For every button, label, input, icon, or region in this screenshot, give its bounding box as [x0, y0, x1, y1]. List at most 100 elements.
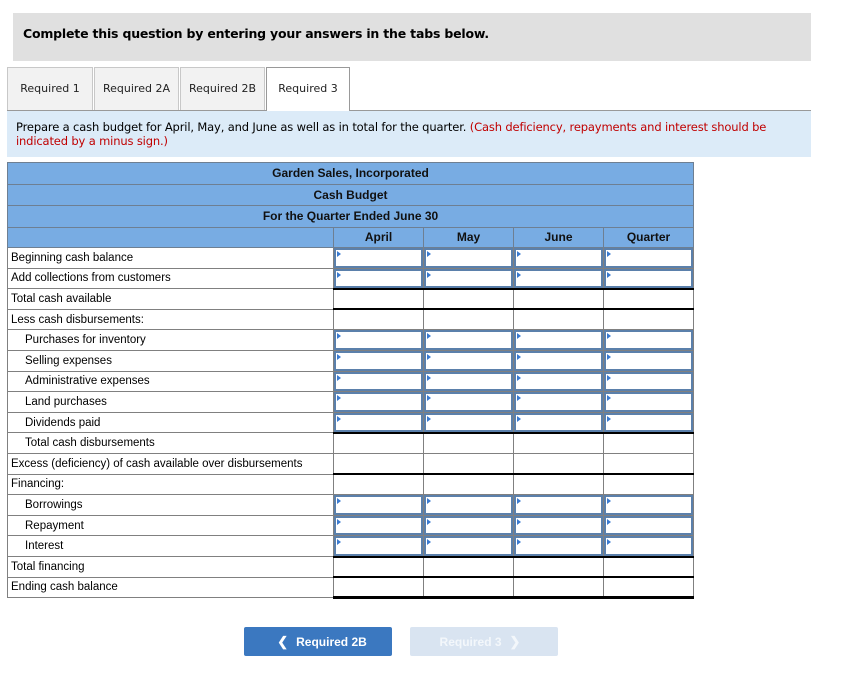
amount-input-box [424, 536, 513, 556]
input-marker-icon [517, 415, 521, 422]
amount-input-box [514, 495, 603, 515]
input-marker-icon [517, 271, 521, 278]
amount-input-may[interactable] [426, 250, 511, 266]
amount-input-may[interactable] [426, 414, 511, 430]
cell-april [333, 473, 424, 496]
input-marker-icon [337, 271, 341, 278]
amount-input-april[interactable] [336, 538, 421, 554]
row-label: Selling expenses [7, 350, 334, 372]
budget-row: Total cash available [7, 287, 694, 310]
cell-may [423, 350, 514, 372]
tab-required-2a[interactable]: Required 2A [94, 67, 179, 110]
amount-input-june[interactable] [516, 250, 601, 266]
input-marker-icon [337, 415, 341, 422]
amount-input-may[interactable] [426, 353, 511, 369]
amount-input-april[interactable] [336, 497, 421, 513]
amount-input-quarter[interactable] [606, 353, 691, 369]
amount-input-april[interactable] [336, 250, 421, 266]
tab-required-1[interactable]: Required 1 [7, 67, 93, 110]
statement-period: For the Quarter Ended June 30 [7, 205, 694, 228]
cell-quarter [603, 431, 694, 455]
amount-input-june[interactable] [516, 270, 601, 286]
cell-april [333, 329, 424, 352]
amount-input-quarter[interactable] [606, 332, 691, 349]
cell-june [513, 308, 604, 331]
cell-quarter [603, 535, 694, 557]
cell-june [513, 494, 604, 516]
cell-quarter [603, 287, 694, 310]
tab-required-2b[interactable]: Required 2B [180, 67, 265, 110]
cell-quarter [603, 514, 694, 537]
amount-input-may[interactable] [426, 538, 511, 554]
amount-input-box [604, 536, 693, 556]
cell-june [513, 287, 604, 310]
amount-input-april[interactable] [336, 394, 421, 410]
cell-may [423, 247, 514, 269]
input-marker-icon [337, 395, 341, 402]
amount-input-april[interactable] [336, 517, 421, 534]
budget-row: Add collections from customers [7, 267, 694, 290]
input-marker-icon [427, 374, 431, 381]
cell-quarter [603, 576, 694, 600]
amount-input-april[interactable] [336, 270, 421, 286]
input-marker-icon [337, 333, 341, 340]
amount-input-may[interactable] [426, 497, 511, 513]
cell-june [513, 370, 604, 393]
amount-input-box [514, 515, 603, 536]
amount-input-may[interactable] [426, 332, 511, 349]
row-label: Administrative expenses [7, 370, 334, 393]
cell-june [513, 576, 604, 600]
company-name: Garden Sales, Incorporated [7, 162, 694, 185]
amount-input-box [514, 268, 603, 288]
column-header-blank [7, 226, 334, 249]
chevron-right-icon: ❯ [509, 634, 521, 649]
amount-input-box [514, 371, 603, 392]
amount-input-quarter[interactable] [606, 373, 691, 390]
cell-may [423, 453, 514, 475]
amount-input-quarter[interactable] [606, 538, 691, 554]
amount-input-june[interactable] [516, 497, 601, 513]
amount-input-may[interactable] [426, 270, 511, 286]
amount-input-may[interactable] [426, 373, 511, 390]
cell-quarter [603, 267, 694, 290]
cell-june [513, 247, 604, 269]
input-marker-icon [427, 333, 431, 340]
tab-required-3[interactable]: Required 3 [266, 67, 350, 111]
amount-input-june[interactable] [516, 332, 601, 349]
amount-input-june[interactable] [516, 517, 601, 534]
amount-input-june[interactable] [516, 353, 601, 369]
cell-quarter [603, 247, 694, 269]
prev-required-2b-button[interactable]: ❮ Required 2B [244, 627, 392, 656]
cell-june [513, 431, 604, 455]
amount-input-quarter[interactable] [606, 414, 691, 430]
amount-input-may[interactable] [426, 517, 511, 534]
amount-input-box [514, 330, 603, 351]
budget-row: Less cash disbursements: [7, 308, 694, 331]
amount-input-june[interactable] [516, 394, 601, 410]
input-marker-icon [607, 333, 611, 340]
amount-input-quarter[interactable] [606, 394, 691, 410]
amount-input-quarter[interactable] [606, 497, 691, 513]
amount-input-quarter[interactable] [606, 270, 691, 286]
amount-input-june[interactable] [516, 414, 601, 430]
amount-input-april[interactable] [336, 414, 421, 430]
amount-input-box [334, 392, 423, 412]
row-label: Excess (deficiency) of cash available ov… [7, 453, 334, 475]
amount-input-april[interactable] [336, 353, 421, 369]
amount-input-june[interactable] [516, 538, 601, 554]
amount-input-may[interactable] [426, 394, 511, 410]
input-marker-icon [607, 415, 611, 422]
amount-input-april[interactable] [336, 332, 421, 349]
amount-input-box [334, 330, 423, 351]
amount-input-box [514, 351, 603, 371]
input-marker-icon [607, 395, 611, 402]
cell-may [423, 370, 514, 393]
cell-quarter [603, 453, 694, 475]
budget-row: Dividends paid [7, 411, 694, 434]
amount-input-june[interactable] [516, 373, 601, 390]
amount-input-april[interactable] [336, 373, 421, 390]
row-label: Repayment [7, 514, 334, 537]
amount-input-quarter[interactable] [606, 250, 691, 266]
amount-input-quarter[interactable] [606, 517, 691, 534]
amount-input-box [604, 371, 693, 392]
